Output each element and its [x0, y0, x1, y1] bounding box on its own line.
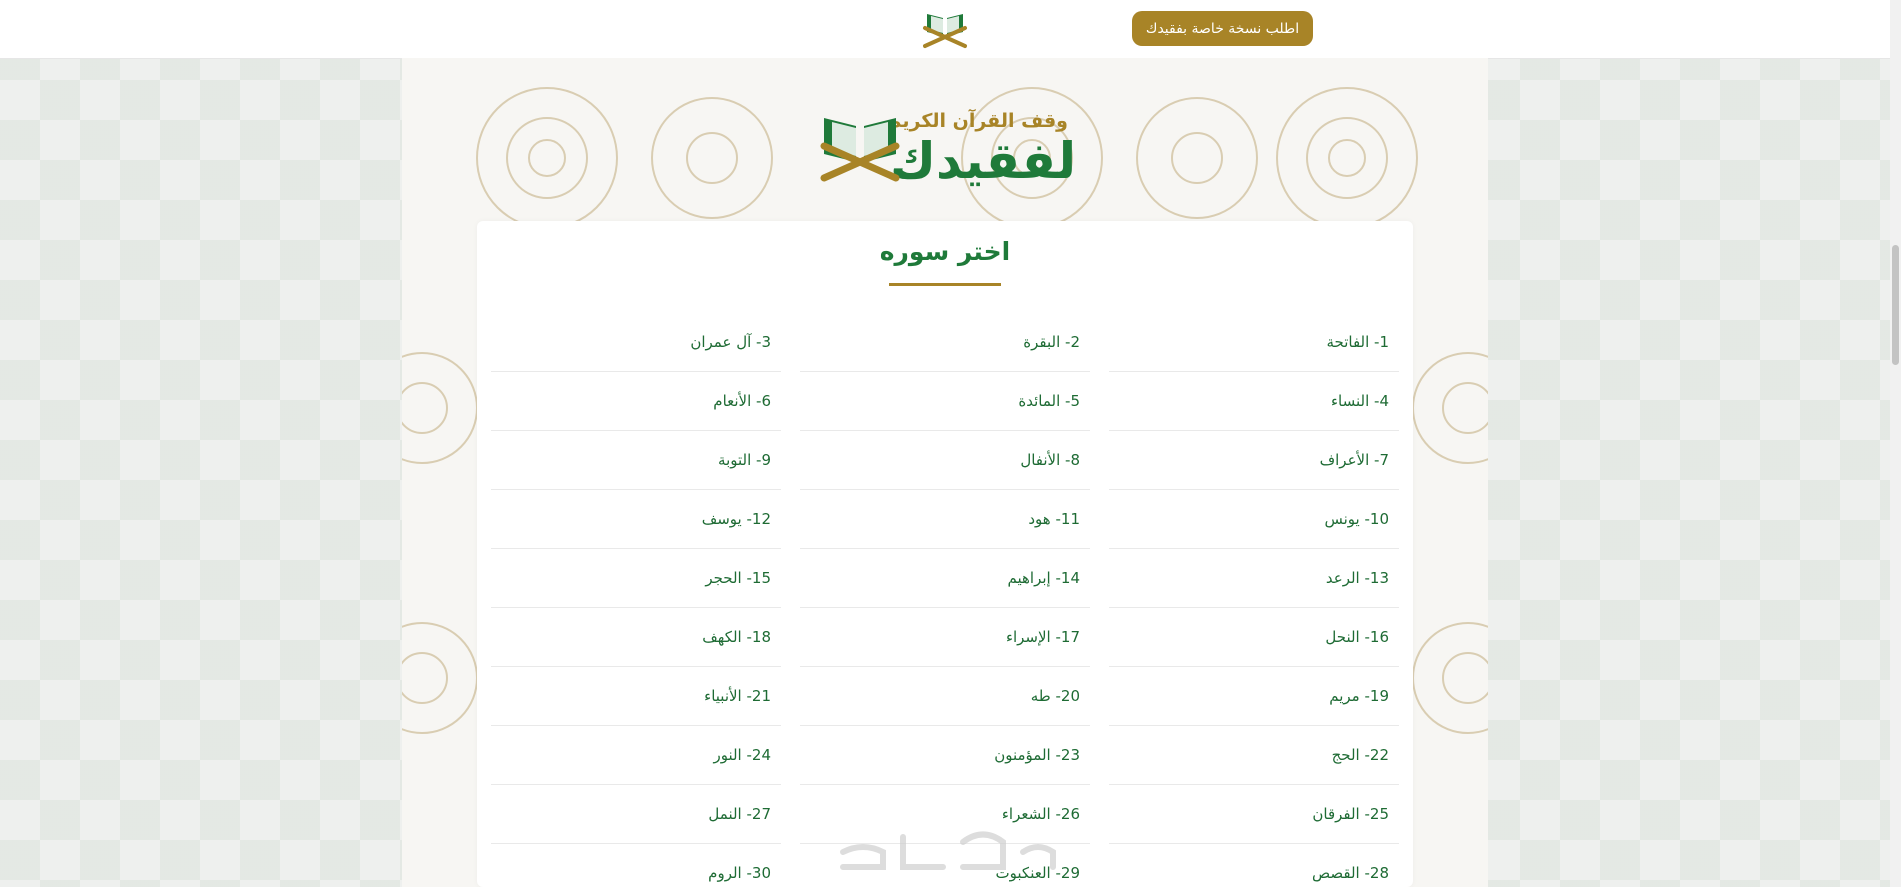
surah-item[interactable]: 18- الكهف: [491, 608, 781, 667]
surah-item[interactable]: 27- النمل: [491, 785, 781, 844]
brand-title: لفقيدك: [890, 132, 1076, 190]
surah-item[interactable]: 13- الرعد: [1109, 549, 1399, 608]
surah-item[interactable]: 2- البقرة: [800, 313, 1090, 372]
brand-subtitle: وقف القرآن الكريم: [887, 110, 1068, 132]
quran-stand-icon: [820, 118, 900, 182]
surah-item[interactable]: 21- الأنبياء: [491, 667, 781, 726]
surah-item[interactable]: 30- الروم: [491, 844, 781, 887]
surah-item[interactable]: 14- إبراهيم: [800, 549, 1090, 608]
title-underline: [889, 283, 1001, 286]
surah-item[interactable]: 25- الفرقان: [1109, 785, 1399, 844]
surah-item[interactable]: 22- الحج: [1109, 726, 1399, 785]
main-content: وقف القرآن الكريم لفقيدك اختر سوره 1- ال…: [402, 58, 1488, 887]
scrollbar[interactable]: [1890, 0, 1901, 887]
surah-item[interactable]: 19- مريم: [1109, 667, 1399, 726]
top-navbar: اطلب نسخة خاصة بفقيدك: [0, 0, 1890, 59]
surah-item[interactable]: 9- التوبة: [491, 431, 781, 490]
watermark-logo: [840, 831, 1056, 870]
surah-item[interactable]: 16- النحل: [1109, 608, 1399, 667]
brand-logo: وقف القرآن الكريم لفقيدك: [818, 98, 1076, 198]
order-custom-copy-button[interactable]: اطلب نسخة خاصة بفقيدك: [1132, 11, 1313, 46]
surah-item[interactable]: 7- الأعراف: [1109, 431, 1399, 490]
surah-item[interactable]: 3- آل عمران: [491, 313, 781, 372]
surah-item[interactable]: 20- طه: [800, 667, 1090, 726]
surah-item[interactable]: 6- الأنعام: [491, 372, 781, 431]
surah-item[interactable]: 15- الحجر: [491, 549, 781, 608]
surah-item[interactable]: 11- هود: [800, 490, 1090, 549]
surah-item[interactable]: 17- الإسراء: [800, 608, 1090, 667]
scrollbar-thumb[interactable]: [1892, 245, 1899, 365]
surah-item[interactable]: 1- الفاتحة: [1109, 313, 1399, 372]
surah-selection-card: اختر سوره 1- الفاتحة 2- البقرة 3- آل عمران…: [477, 221, 1413, 887]
surah-list: 1- الفاتحة 2- البقرة 3- آل عمران 4- النساء 5…: [491, 313, 1399, 887]
surah-item[interactable]: 24- النور: [491, 726, 781, 785]
surah-item[interactable]: 8- الأنفال: [800, 431, 1090, 490]
surah-item[interactable]: 23- المؤمنون: [800, 726, 1090, 785]
card-title: اختر سوره: [879, 237, 1011, 266]
surah-item[interactable]: 5- المائدة: [800, 372, 1090, 431]
surah-item[interactable]: 4- النساء: [1109, 372, 1399, 431]
surah-item[interactable]: 12- يوسف: [491, 490, 781, 549]
surah-item[interactable]: 10- يونس: [1109, 490, 1399, 549]
surah-item[interactable]: 28- القصص: [1109, 844, 1399, 887]
quran-stand-icon[interactable]: [921, 6, 969, 50]
